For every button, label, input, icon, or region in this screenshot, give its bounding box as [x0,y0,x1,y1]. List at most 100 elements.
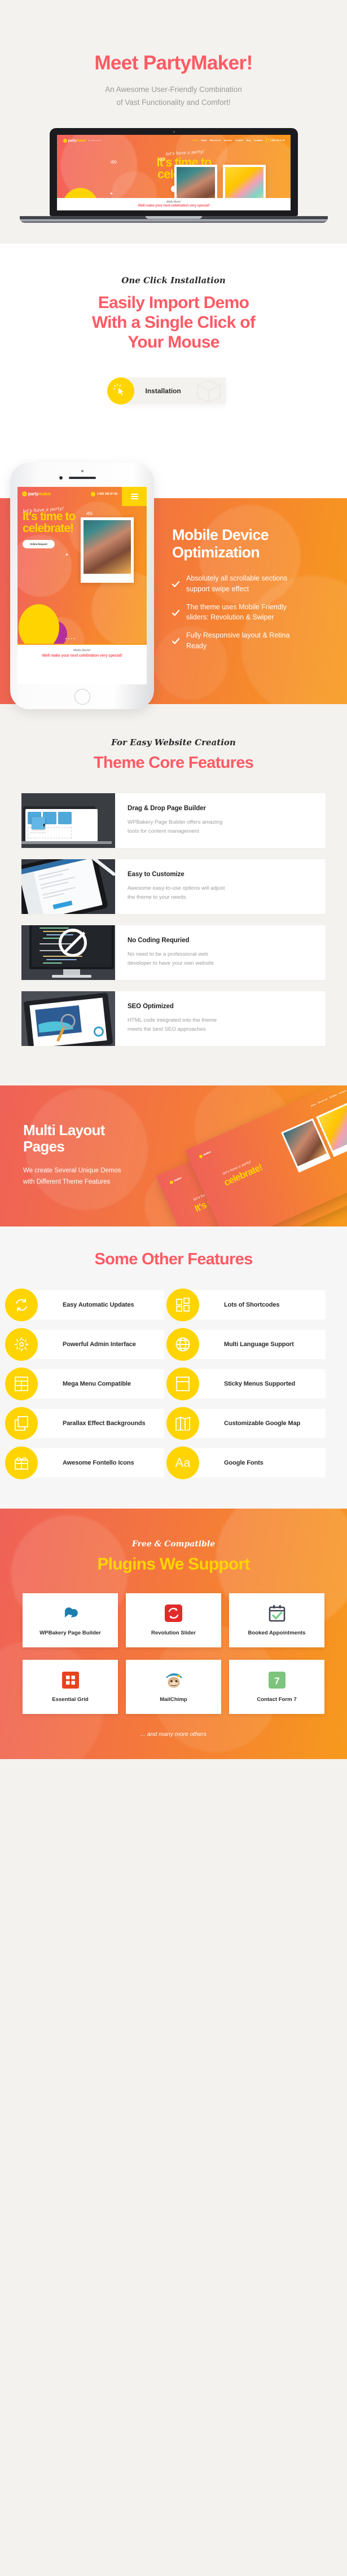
laptop-screen: ☺ partymaker We Create Events! Home Page… [57,134,291,210]
mega-menu-icon [5,1368,38,1401]
preview-navbar: ☺ partymaker We Create Events! Home Page… [57,135,291,143]
feature-card-google-fonts[interactable]: Aa Google Fonts [166,1447,326,1480]
preview-logo-tagline: We Create Events! [88,139,102,142]
feature-card-powerful-admin-interface[interactable]: Powerful Admin Interface [5,1328,164,1361]
sticky-menu-icon [166,1368,199,1401]
mailchimp-monkey-icon [164,1671,183,1690]
mobile-preview-logo[interactable]: ☺ partymaker [22,491,51,497]
preview-menu-item-contacts[interactable]: Contacts [254,139,262,142]
multi-layout-section: Multi Layout Pages We create Several Uni… [0,1085,347,1227]
plugin-card-revolution-slider[interactable]: Revolution Slider [126,1593,221,1648]
other-features-heading: Some Other Features [94,1250,253,1269]
feature-card-label: Powerful Admin Interface [63,1340,136,1348]
preview-menu-item-services[interactable]: Services [224,139,232,142]
globe-icon [166,1328,199,1361]
mobile-preview-phone[interactable]: 1 800 345 87 89 [90,491,117,496]
confetti-zigzag-1 [111,160,117,164]
phone-home-button[interactable] [74,689,90,705]
gear-icon [93,1026,104,1038]
core-feature-row: Easy to Customize Awesome easy-to-use op… [21,859,326,915]
feature-card-awesome-fontello-icons[interactable]: Awesome Fontello Icons [5,1447,164,1480]
feature-card-parallax-effect-backgrounds[interactable]: Parallax Effect Backgrounds [5,1407,164,1440]
install-script-label: One Click Installation [121,275,226,285]
confetti-zigzag-1 [86,512,93,516]
feature-card-customizable-google-map[interactable]: Customizable Google Map [166,1407,326,1440]
plugin-card-contact-form-7[interactable]: 7 Contact Form 7 [229,1660,324,1715]
core-feature-row: Drag here to add widgets Drag & Drop Pag… [21,793,326,849]
feature-card-label: Awesome Fontello Icons [63,1459,134,1466]
core-feature-desc: No need to be a professional web develop… [128,951,214,966]
plugin-card-label: WPBakery Page Builder [39,1629,101,1636]
plugin-card-essential-grid[interactable]: Essential Grid [23,1660,118,1715]
feature-card-label: Mega Menu Compatible [63,1380,131,1387]
website-preview-mobile: ☺ partymaker 1 800 345 87 89 let's have … [17,487,147,685]
one-click-install-section: One Click Installation Easily Import Dem… [0,243,347,439]
plugin-card-booked-appointments[interactable]: Booked Appointments [229,1593,324,1648]
theme-core-features-section: For Easy Website Creation Theme Core Fea… [0,704,347,1086]
plugins-footer-note: ... and many more others [140,1731,207,1738]
core-heading: Theme Core Features [93,754,254,772]
feature-card-label: Multi Language Support [224,1340,294,1348]
plugins-grid: WPBakery Page Builder Revolution Slider [0,1593,347,1715]
divider [17,644,147,645]
feature-card-multi-language-support[interactable]: Multi Language Support [166,1328,326,1361]
multi-layout-copy: Multi Layout Pages We create Several Uni… [0,1085,141,1188]
feature-card-mega-menu-compatible[interactable]: Mega Menu Compatible [5,1368,164,1401]
list-item: Absolutely all scrollable sections suppo… [172,573,305,595]
core-feature-title: Easy to Customize [128,871,185,878]
cursor-click-icon [107,377,134,405]
mobile-optimization-section: Mobile Device Optimization Absolutely al… [0,439,347,710]
confetti-triangle-1 [111,192,113,195]
refresh-icon [5,1289,38,1322]
preview-menu-item-blog[interactable]: Blog [247,139,251,142]
feature-card-lots-of-shortcodes[interactable]: Lots of Shortcodes [166,1289,326,1322]
phone-mockup: ☺ partymaker 1 800 345 87 89 let's have … [10,463,154,710]
tablet-stylus-thumb [21,859,115,915]
mobile-copy: Mobile Device Optimization Absolutely al… [172,526,336,659]
other-features-section: Some Other Features Easy Automatic Updat… [0,1227,347,1509]
package-box-icon [196,380,221,403]
feature-card-sticky-menus-supported[interactable]: Sticky Menus Supported [166,1368,326,1401]
plugin-card-wpbakery-page-builder[interactable]: WPBakery Page Builder [23,1593,118,1648]
no-coding-thumb [21,925,115,981]
preview-menu-item-pages[interactable]: Pages [201,139,207,142]
core-feature-title: SEO Optimized [128,1003,174,1010]
preview-menu-item-home[interactable]: Home [192,139,198,142]
multi-layout-heading: Multi Layout Pages [23,1122,105,1155]
phone-icon [90,491,95,496]
installation-card[interactable]: Installation [107,377,226,405]
party-people-photo [84,520,131,574]
svg-text:7: 7 [274,1676,279,1686]
plugin-card-label: Booked Appointments [248,1629,306,1636]
mobile-benefits-list: Absolutely all scrollable sections suppo… [172,573,336,652]
check-icon [172,609,179,616]
preview-phone[interactable]: 1 800 345 87 89 [266,139,285,143]
phone-icon [266,139,270,143]
preview-menu-item-portfolio[interactable]: Portfolio [235,139,243,142]
feature-card-label: Sticky Menus Supported [224,1380,296,1387]
feature-card-label: Google Fonts [224,1459,263,1466]
website-preview-desktop: ☺ partymaker We Create Events! Home Page… [57,134,291,210]
core-feature-title: Drag & Drop Page Builder [128,805,206,812]
feature-card-label: Easy Automatic Updates [63,1301,134,1308]
contact-form-7-icon: 7 [268,1671,285,1690]
seo-analytics-thumb [21,991,115,1047]
confetti-zigzag-2 [159,157,165,161]
map-icon [166,1407,199,1440]
core-feature-desc: WPBakery Page Builder offers amazing too… [128,819,223,834]
laptop-mockup: ☺ partymaker We Create Events! Home Page… [0,128,347,244]
mobile-preview-slider-dots[interactable] [65,638,75,640]
preview-menu-item-who-we-are[interactable]: Who we are [210,139,221,142]
core-feature-desc: Awesome easy-to-use options will adjust … [128,885,225,900]
core-feature-row: SEO Optimized HTML code integrated into … [21,991,326,1047]
phone-sensor-icon [81,470,84,473]
wpbakery-logo-icon [62,1604,80,1623]
other-features-grid: Easy Automatic Updates Lots of Shortcode… [0,1289,347,1480]
preview-logo[interactable]: ☺ partymaker We Create Events! [63,138,102,143]
plugin-card-mailchimp[interactable]: MailChimp [126,1660,221,1715]
hero-section: Meet PartyMaker! An Awesome User-Friendl… [0,0,347,244]
core-feature-desc: HTML code integrated into the theme meet… [128,1017,217,1032]
mobile-preview-cta-button[interactable]: Online Request [23,540,55,549]
feature-card-easy-automatic-updates[interactable]: Easy Automatic Updates [5,1289,164,1322]
preview-menu: Home Pages Who we are Services Portfolio… [192,139,262,142]
